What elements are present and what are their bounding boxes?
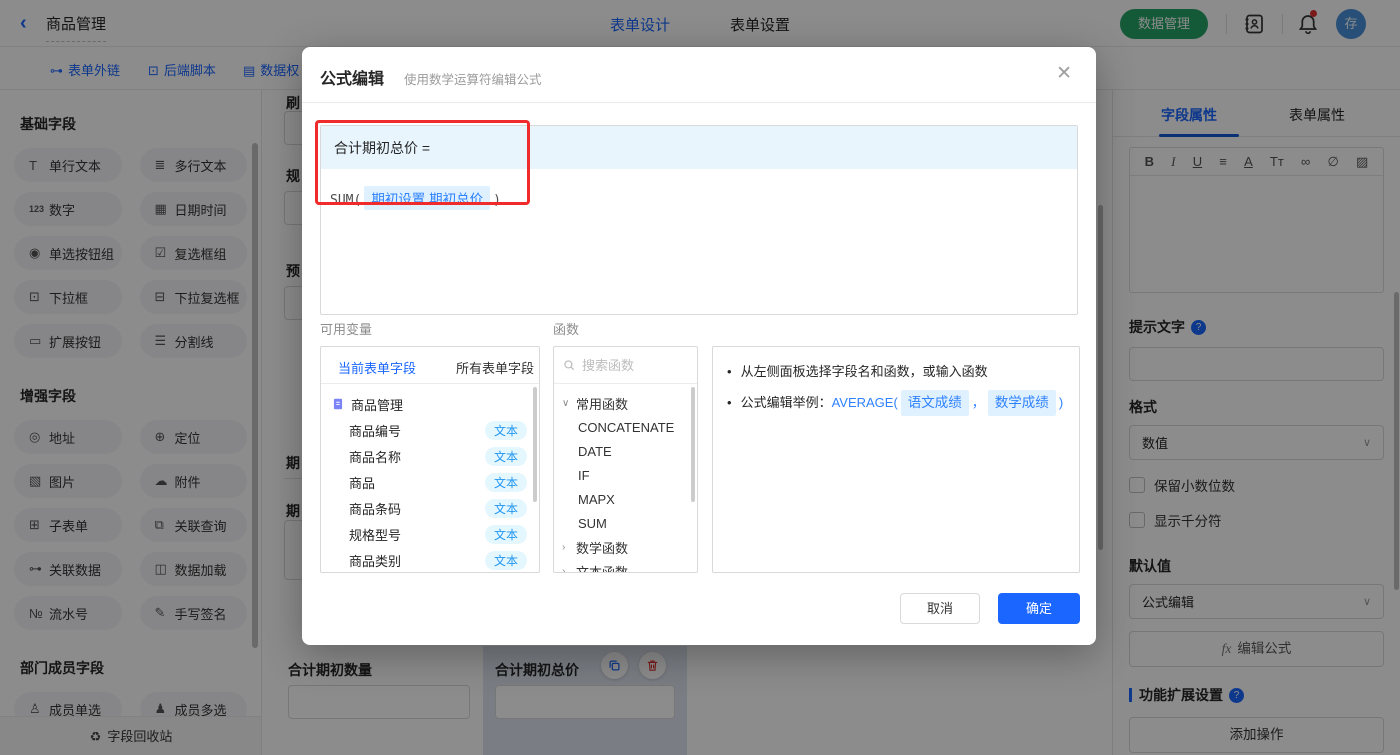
variable-item[interactable]: 商品名称 文本 bbox=[321, 443, 539, 469]
modal-title: 公式编辑 bbox=[320, 71, 385, 88]
variables-label: 可用变量 bbox=[320, 322, 373, 337]
tips-panel: • 从左侧面板选择字段名和函数，或输入函数 • 公式编辑举例：AVERAGE(语文成… bbox=[712, 346, 1080, 573]
tree-root-label: 商品管理 bbox=[351, 397, 404, 413]
tree-root-item[interactable]: 商品管理 bbox=[321, 391, 539, 417]
chevron-right-icon: › bbox=[562, 565, 566, 573]
variable-item[interactable]: 商品条码 文本 bbox=[321, 495, 539, 521]
functions-tree: ∨ 常用函数 CONCATENATE DATE IF MAPX SUM › 数学函数… bbox=[554, 384, 697, 573]
function-item[interactable]: CONCATENATE bbox=[554, 415, 697, 439]
variable-item[interactable]: 商品类别 文本 bbox=[321, 547, 539, 572]
tab-current-form-fields[interactable]: 当前表单字段 bbox=[338, 358, 416, 377]
type-tag: 文本 bbox=[484, 550, 527, 570]
example-token-1: 语文成绩 bbox=[900, 390, 969, 416]
function-item[interactable]: IF bbox=[554, 463, 697, 487]
variable-item[interactable]: 商品编号 文本 bbox=[321, 417, 539, 443]
formula-expression[interactable]: SUM(期初设置.期初总价) bbox=[321, 169, 1077, 210]
tip-example-label: 公式编辑举例： bbox=[740, 395, 832, 410]
chevron-down-icon: ∨ bbox=[562, 397, 570, 409]
tip-comma: ， bbox=[971, 395, 985, 410]
function-item[interactable]: DATE bbox=[554, 439, 697, 463]
function-search-input[interactable] bbox=[582, 357, 682, 373]
function-name: DATE bbox=[578, 443, 612, 459]
function-name: IF bbox=[578, 467, 590, 483]
variable-item[interactable]: 商品 文本 bbox=[321, 469, 539, 495]
formula-field-token[interactable]: 期初设置.期初总价 bbox=[364, 186, 491, 210]
tip-line-1: • 从左侧面板选择字段名和函数，或输入函数 bbox=[727, 361, 1065, 383]
functions-scrollbar-thumb[interactable] bbox=[691, 387, 695, 502]
function-item[interactable]: MAPX bbox=[554, 487, 697, 511]
formula-function-close: ) bbox=[493, 193, 501, 208]
tip-text: 从左侧面板选择字段名和函数，或输入函数 bbox=[740, 364, 988, 379]
tip-line-2: • 公式编辑举例：AVERAGE(语文成绩，数学成绩) bbox=[727, 390, 1065, 416]
function-group-label: 常用函数 bbox=[576, 396, 629, 412]
type-tag: 文本 bbox=[484, 524, 527, 544]
function-group-label: 文本函数 bbox=[576, 564, 629, 573]
document-icon bbox=[331, 397, 345, 411]
chevron-right-icon: › bbox=[562, 541, 566, 553]
function-search[interactable] bbox=[554, 347, 697, 384]
functions-label: 函数 bbox=[553, 322, 580, 337]
function-item[interactable]: SUM bbox=[554, 511, 697, 535]
function-group-text[interactable]: › 文本函数 bbox=[554, 559, 697, 573]
type-tag: 文本 bbox=[484, 420, 527, 440]
variable-name: 商品名称 bbox=[349, 449, 402, 465]
function-name: CONCATENATE bbox=[578, 419, 675, 435]
function-group-math[interactable]: › 数学函数 bbox=[554, 535, 697, 559]
type-tag: 文本 bbox=[484, 498, 527, 518]
formula-function-open: SUM( bbox=[330, 193, 362, 208]
close-icon[interactable]: ✕ bbox=[1056, 62, 1072, 85]
modal-header: 公式编辑 使用数学运算符编辑公式 ✕ bbox=[302, 47, 1096, 103]
variable-item[interactable]: 规格型号 文本 bbox=[321, 521, 539, 547]
functions-panel: ∨ 常用函数 CONCATENATE DATE IF MAPX SUM › 数学函数… bbox=[553, 346, 698, 573]
variables-tabs: 当前表单字段 所有表单字段 bbox=[321, 347, 539, 384]
app-root: ‹ 商品管理 表单设计 表单设置 数据管理 存 ⊶ 表单外链 ⊡ 后端脚本 ▤ 数据权… bbox=[0, 0, 1400, 755]
bullet-icon: • bbox=[727, 364, 732, 379]
variable-name: 商品条码 bbox=[349, 501, 402, 517]
cancel-button[interactable]: 取消 bbox=[900, 593, 980, 624]
tip-example-function: AVERAGE( bbox=[831, 395, 898, 410]
function-name: MAPX bbox=[578, 491, 615, 507]
confirm-button[interactable]: 确定 bbox=[998, 593, 1080, 624]
variable-name: 商品 bbox=[349, 475, 376, 491]
formula-target-strip: 合计期初总价 = bbox=[321, 126, 1077, 169]
tab-all-form-fields[interactable]: 所有表单字段 bbox=[456, 358, 534, 377]
formula-editor-box[interactable]: 合计期初总价 = SUM(期初设置.期初总价) bbox=[320, 125, 1078, 315]
function-group-common[interactable]: ∨ 常用函数 bbox=[554, 391, 697, 415]
function-group-label: 数学函数 bbox=[576, 540, 629, 556]
type-tag: 文本 bbox=[484, 446, 527, 466]
variable-name: 商品编号 bbox=[349, 423, 402, 439]
variable-name: 商品类别 bbox=[349, 553, 402, 569]
variables-tree: 商品管理 商品编号 文本 商品名称 文本 商品 文本 商品条码 文本 规格型号 文本 商品… bbox=[321, 384, 539, 572]
formula-editor-modal: 公式编辑 使用数学运算符编辑公式 ✕ 合计期初总价 = SUM(期初设置.期初总… bbox=[302, 47, 1096, 645]
type-tag: 文本 bbox=[484, 472, 527, 492]
formula-target-text: 合计期初总价 = bbox=[334, 139, 431, 156]
example-token-2: 数学成绩 bbox=[987, 390, 1056, 416]
search-icon bbox=[564, 360, 575, 371]
variables-scrollbar-thumb[interactable] bbox=[533, 387, 537, 502]
bullet-icon: • bbox=[727, 395, 732, 410]
variables-panel: 当前表单字段 所有表单字段 商品管理 商品编号 文本 商品名称 文本 商品 文本 商品… bbox=[320, 346, 540, 573]
function-name: SUM bbox=[578, 515, 607, 531]
modal-subtitle: 使用数学运算符编辑公式 bbox=[404, 73, 542, 87]
tip-close-paren: ) bbox=[1058, 395, 1064, 410]
variable-name: 规格型号 bbox=[349, 527, 402, 543]
